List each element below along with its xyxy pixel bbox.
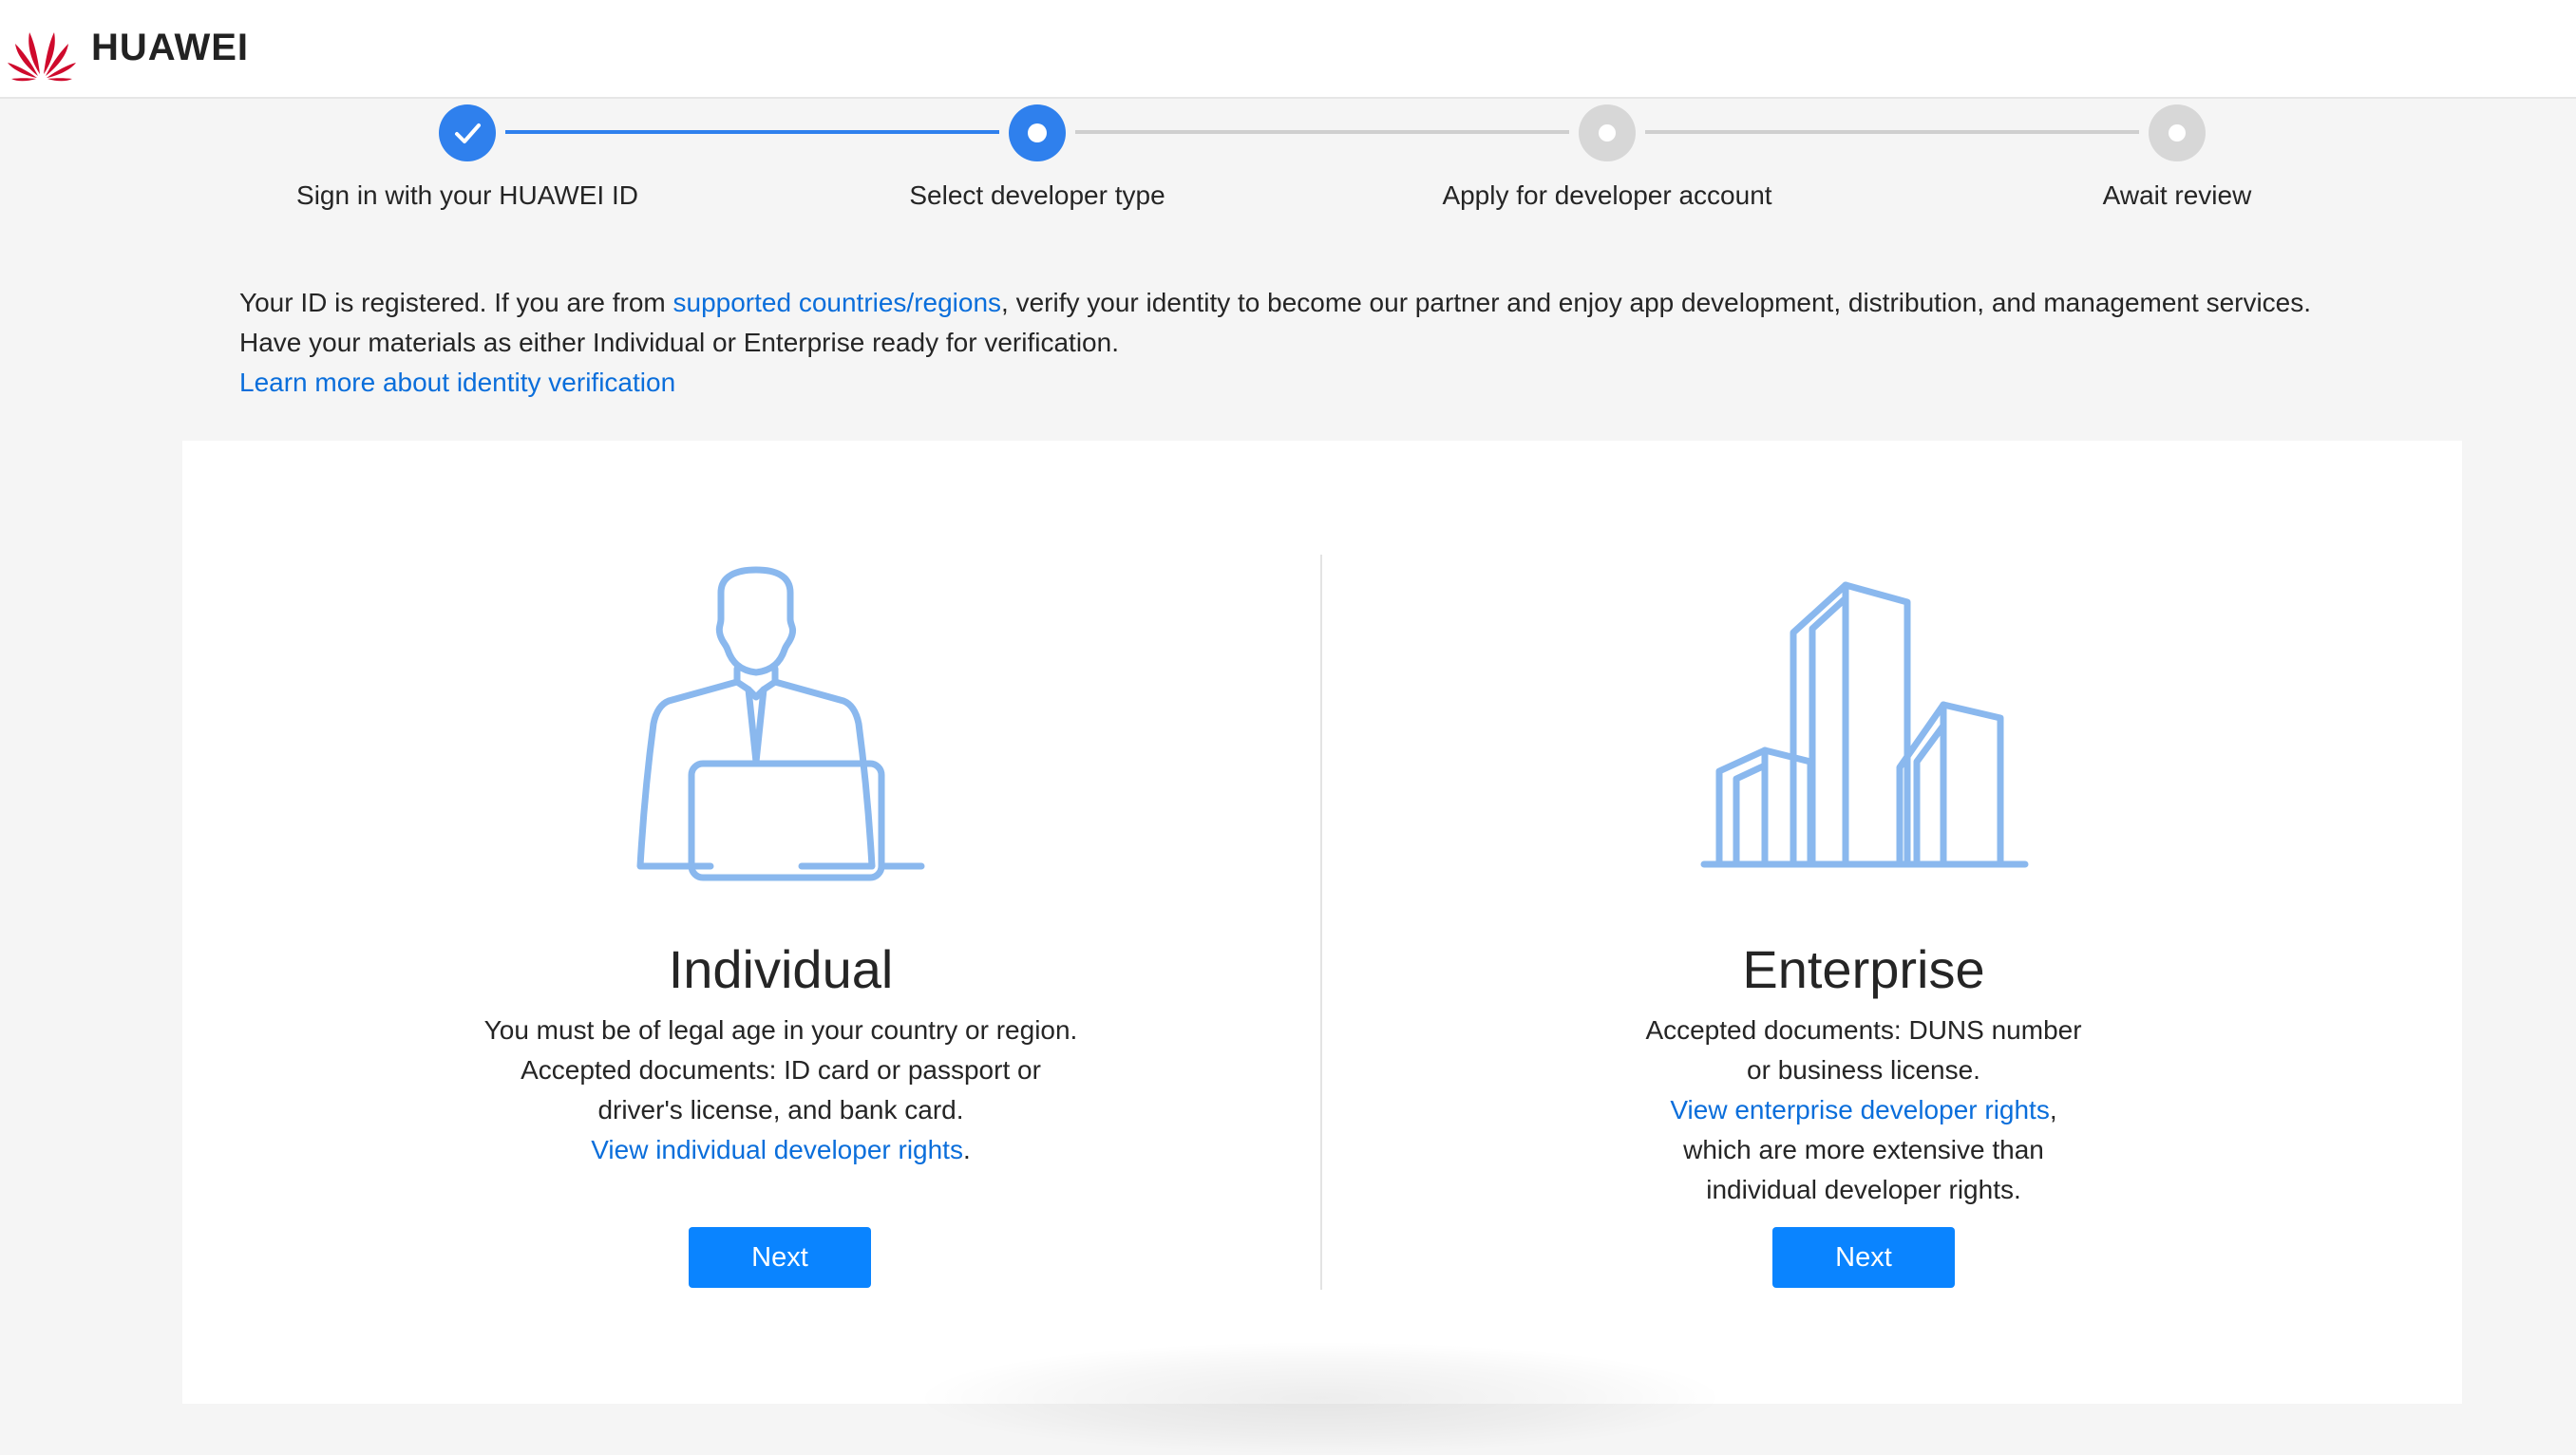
intro-line-1: Your ID is registered. If you are from s… xyxy=(239,283,2424,323)
huawei-logo[interactable]: HUAWEI xyxy=(4,9,249,85)
individual-rights-link[interactable]: View individual developer rights xyxy=(591,1135,963,1164)
developer-type-card xyxy=(182,441,2462,1404)
step-3-label: Apply for developer account xyxy=(1442,180,1772,210)
enterprise-title: Enterprise xyxy=(1742,939,1985,999)
step-2-label: Select developer type xyxy=(909,180,1165,210)
step-1-check-icon xyxy=(439,104,496,161)
column-divider xyxy=(1320,555,1322,1290)
step-connector-2 xyxy=(1075,130,1569,134)
step-2-current-dot xyxy=(1009,104,1066,161)
enterprise-rights-link[interactable]: View enterprise developer rights xyxy=(1670,1095,2049,1124)
individual-description: You must be of legal age in your country… xyxy=(448,1011,1113,1170)
intro-line-2: Have your materials as either Individual… xyxy=(239,328,1119,357)
step-4-label: Await review xyxy=(2102,180,2252,210)
enterprise-accepted-documents: Accepted documents: DUNS number or busin… xyxy=(1645,1015,2082,1085)
step-connector-3 xyxy=(1645,130,2139,134)
individual-rights-line: View individual developer rights. xyxy=(448,1130,1113,1170)
individual-accepted-documents: Accepted documents: ID card or passport … xyxy=(521,1055,1041,1124)
intro-text-before-link: Your ID is registered. If you are from xyxy=(239,288,673,317)
step-4-pending-dot xyxy=(2149,104,2206,161)
individual-age-requirement: You must be of legal age in your country… xyxy=(483,1015,1078,1045)
enterprise-rights-line: View enterprise developer rights, which … xyxy=(1531,1090,2196,1210)
top-header: HUAWEI xyxy=(0,0,2576,99)
individual-title: Individual xyxy=(668,939,894,999)
brand-name: HUAWEI xyxy=(91,26,249,68)
individual-rights-suffix: . xyxy=(962,1135,971,1164)
individual-next-button[interactable]: Next xyxy=(689,1227,871,1288)
learn-more-link[interactable]: Learn more about identity verification xyxy=(239,363,2424,403)
intro-text: Your ID is registered. If you are from s… xyxy=(239,283,2424,403)
progress-stepper: Sign in with your HUAWEI ID Select devel… xyxy=(0,97,2576,230)
intro-text-after-link: , verify your identity to become our par… xyxy=(1001,288,2312,317)
enterprise-next-button[interactable]: Next xyxy=(1772,1227,1955,1288)
person-with-laptop-icon xyxy=(636,566,925,881)
step-1-label: Sign in with your HUAWEI ID xyxy=(296,180,638,210)
enterprise-description: Accepted documents: DUNS number or busin… xyxy=(1531,1011,2196,1210)
step-3-pending-dot xyxy=(1579,104,1636,161)
supported-countries-link[interactable]: supported countries/regions xyxy=(673,288,1002,317)
huawei-flower-logo-icon xyxy=(8,32,76,82)
step-connector-1 xyxy=(505,130,999,134)
office-buildings-icon xyxy=(1700,581,2029,868)
bottom-shadow xyxy=(912,1341,1729,1455)
